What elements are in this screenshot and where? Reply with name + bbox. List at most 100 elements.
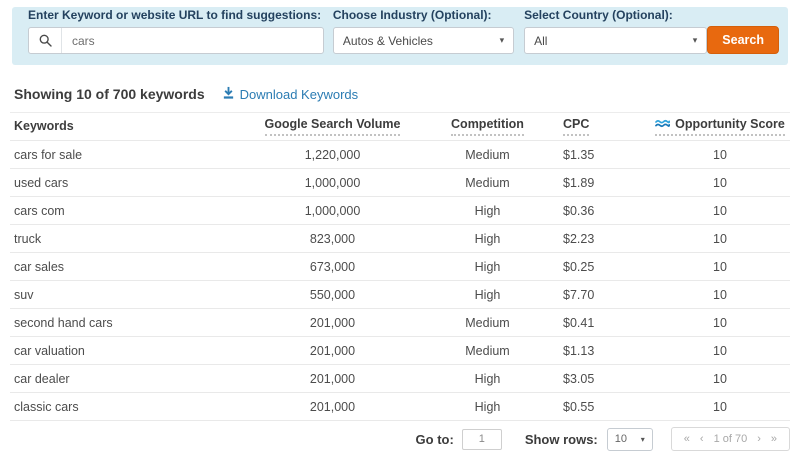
results-meta-row: Showing 10 of 700 keywords Download Keyw… bbox=[14, 85, 800, 103]
keyword-search-box bbox=[28, 27, 324, 54]
keywords-table: Keywords Google Search Volume Competitio… bbox=[10, 112, 790, 421]
table-row: car sales673,000High$0.2510 bbox=[10, 253, 790, 281]
table-cell: Medium bbox=[415, 316, 560, 330]
page-indicator: 1 of 70 bbox=[714, 433, 748, 445]
table-cell: second hand cars bbox=[10, 316, 250, 330]
table-row: car dealer201,000High$3.0510 bbox=[10, 365, 790, 393]
next-page-button[interactable]: › bbox=[757, 433, 761, 445]
table-row: cars com1,000,000High$0.3610 bbox=[10, 197, 790, 225]
table-cell: used cars bbox=[10, 176, 250, 190]
table-row: suv550,000High$7.7010 bbox=[10, 281, 790, 309]
table-cell: High bbox=[415, 260, 560, 274]
column-header-keywords: Keywords bbox=[10, 120, 250, 133]
table-cell: High bbox=[415, 372, 560, 386]
last-page-button[interactable]: » bbox=[771, 433, 777, 445]
keyword-label: Enter Keyword or website URL to find sug… bbox=[28, 9, 324, 21]
column-header-cpc[interactable]: CPC bbox=[560, 118, 650, 136]
table-cell: car sales bbox=[10, 260, 250, 274]
search-button[interactable]: Search bbox=[707, 26, 779, 54]
table-cell: High bbox=[415, 288, 560, 302]
table-cell: 10 bbox=[650, 176, 790, 190]
table-cell: 10 bbox=[650, 260, 790, 274]
table-footer: Go to: Show rows: 10 ▾ « ‹ 1 of 70 › » bbox=[0, 427, 790, 451]
table-row: truck823,000High$2.2310 bbox=[10, 225, 790, 253]
table-cell: Medium bbox=[415, 148, 560, 162]
table-cell: 201,000 bbox=[250, 400, 415, 414]
table-cell: suv bbox=[10, 288, 250, 302]
table-cell: car valuation bbox=[10, 344, 250, 358]
industry-selected-value: Autos & Vehicles bbox=[343, 34, 433, 48]
table-cell: car dealer bbox=[10, 372, 250, 386]
show-rows-value: 10 bbox=[615, 433, 627, 445]
showing-count: Showing 10 of 700 keywords bbox=[14, 86, 205, 102]
country-label: Select Country (Optional): bbox=[524, 9, 707, 21]
table-cell: 673,000 bbox=[250, 260, 415, 274]
industry-field-group: Choose Industry (Optional): Autos & Vehi… bbox=[333, 9, 514, 54]
table-cell: $0.41 bbox=[560, 316, 650, 330]
industry-label: Choose Industry (Optional): bbox=[333, 9, 514, 21]
table-cell: 823,000 bbox=[250, 232, 415, 246]
table-cell: Medium bbox=[415, 344, 560, 358]
table-cell: 10 bbox=[650, 316, 790, 330]
table-cell: $0.25 bbox=[560, 260, 650, 274]
table-row: cars for sale1,220,000Medium$1.3510 bbox=[10, 141, 790, 169]
prev-page-button[interactable]: ‹ bbox=[700, 433, 704, 445]
table-cell: 10 bbox=[650, 344, 790, 358]
table-cell: 10 bbox=[650, 372, 790, 386]
table-row: second hand cars201,000Medium$0.4110 bbox=[10, 309, 790, 337]
pagination: « ‹ 1 of 70 › » bbox=[671, 427, 790, 451]
country-select[interactable]: All ▾ bbox=[524, 27, 707, 54]
table-body: cars for sale1,220,000Medium$1.3510used … bbox=[10, 141, 790, 421]
table-cell: truck bbox=[10, 232, 250, 246]
search-icon bbox=[29, 28, 62, 53]
chevron-down-icon: ▾ bbox=[641, 435, 645, 444]
column-header-competition[interactable]: Competition bbox=[415, 118, 560, 136]
table-cell: 10 bbox=[650, 232, 790, 246]
country-field-group: Select Country (Optional): All ▾ bbox=[524, 9, 707, 54]
column-header-search-volume[interactable]: Google Search Volume bbox=[250, 118, 415, 136]
show-rows-label: Show rows: bbox=[525, 432, 598, 447]
table-cell: cars for sale bbox=[10, 148, 250, 162]
table-cell: 1,220,000 bbox=[250, 148, 415, 162]
table-row: classic cars201,000High$0.5510 bbox=[10, 393, 790, 421]
first-page-button[interactable]: « bbox=[684, 433, 690, 445]
show-rows-select[interactable]: 10 ▾ bbox=[607, 428, 653, 451]
table-cell: 201,000 bbox=[250, 372, 415, 386]
table-cell: $0.36 bbox=[560, 204, 650, 218]
table-header-row: Keywords Google Search Volume Competitio… bbox=[10, 112, 790, 141]
download-icon bbox=[222, 86, 235, 102]
table-cell: Medium bbox=[415, 176, 560, 190]
table-cell: 201,000 bbox=[250, 344, 415, 358]
table-cell: High bbox=[415, 400, 560, 414]
table-cell: 10 bbox=[650, 288, 790, 302]
table-cell: $1.13 bbox=[560, 344, 650, 358]
chevron-down-icon: ▾ bbox=[500, 36, 505, 45]
table-cell: $0.55 bbox=[560, 400, 650, 414]
chevron-down-icon: ▾ bbox=[693, 36, 698, 45]
table-row: used cars1,000,000Medium$1.8910 bbox=[10, 169, 790, 197]
table-cell: $3.05 bbox=[560, 372, 650, 386]
goto-page-input[interactable] bbox=[462, 429, 502, 450]
download-link-label: Download Keywords bbox=[240, 87, 359, 102]
keyword-field-group: Enter Keyword or website URL to find sug… bbox=[28, 9, 324, 54]
keyword-input[interactable] bbox=[62, 28, 323, 53]
table-cell: 10 bbox=[650, 400, 790, 414]
table-cell: High bbox=[415, 204, 560, 218]
table-cell: classic cars bbox=[10, 400, 250, 414]
column-header-opportunity-score[interactable]: Opportunity Score bbox=[650, 118, 790, 136]
table-cell: 10 bbox=[650, 148, 790, 162]
opportunity-score-waves-icon bbox=[655, 118, 670, 131]
table-cell: 1,000,000 bbox=[250, 176, 415, 190]
table-cell: 201,000 bbox=[250, 316, 415, 330]
table-cell: 1,000,000 bbox=[250, 204, 415, 218]
search-controls-bar: Enter Keyword or website URL to find sug… bbox=[12, 7, 788, 65]
table-cell: cars com bbox=[10, 204, 250, 218]
industry-select[interactable]: Autos & Vehicles ▾ bbox=[333, 27, 514, 54]
table-cell: $7.70 bbox=[560, 288, 650, 302]
table-cell: High bbox=[415, 232, 560, 246]
table-cell: $1.89 bbox=[560, 176, 650, 190]
table-cell: 550,000 bbox=[250, 288, 415, 302]
table-cell: 10 bbox=[650, 204, 790, 218]
goto-label: Go to: bbox=[416, 432, 454, 447]
download-keywords-link[interactable]: Download Keywords bbox=[222, 86, 359, 102]
